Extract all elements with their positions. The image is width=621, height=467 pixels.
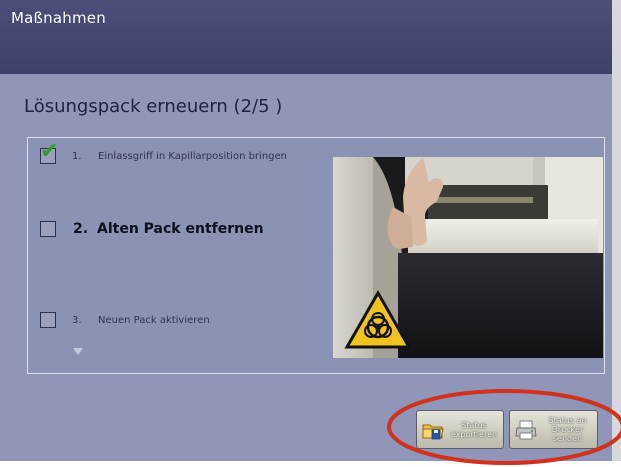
print-status-button[interactable]: Status an Drucker senden — [509, 410, 598, 449]
step-1-checkbox: ✔ — [40, 141, 58, 164]
folder-export-icon — [422, 424, 444, 439]
page-title: Lösungspack erneuern (2/5 ) — [24, 96, 283, 117]
step-1-label: Einlassgriff in Kapillarposition bringen — [98, 150, 287, 162]
scroll-down-arrow-icon[interactable] — [73, 348, 83, 355]
dialog-window: Maßnahmen Lösungspack erneuern (2/5 ) ✔ … — [0, 0, 612, 461]
title-bar: Maßnahmen — [0, 0, 612, 74]
step-item-2: 2. Alten Pack entfernen — [40, 221, 264, 237]
print-status-label-line3: senden — [552, 434, 583, 443]
step-2-label: Alten Pack entfernen — [97, 221, 264, 237]
export-status-label-line2: exportieren — [450, 429, 498, 439]
step-1-number: 1. — [72, 150, 82, 162]
export-status-button[interactable]: Status exportieren — [416, 410, 504, 449]
window-edge — [612, 0, 621, 461]
step-item-1: ✔ 1. Einlassgriff in Kapillarposition br… — [40, 141, 287, 164]
export-status-label-line1: Status — [461, 420, 487, 430]
step-3-checkbox — [40, 312, 56, 328]
steps-panel: ✔ 1. Einlassgriff in Kapillarposition br… — [27, 137, 605, 374]
step-item-3: 3. Neuen Pack aktivieren — [40, 312, 210, 328]
print-status-label-line2: Drucker — [551, 425, 584, 434]
step-3-number: 3. — [72, 314, 82, 326]
instruction-photo — [333, 157, 603, 358]
step-2-checkbox — [40, 221, 56, 237]
step-2-number: 2. — [73, 221, 89, 237]
print-status-label-line1: Status an — [548, 416, 587, 425]
window-title: Maßnahmen — [11, 9, 106, 27]
step-3-label: Neuen Pack aktivieren — [98, 314, 210, 326]
checkmark-icon: ✔ — [40, 139, 59, 164]
printer-icon — [515, 420, 537, 439]
